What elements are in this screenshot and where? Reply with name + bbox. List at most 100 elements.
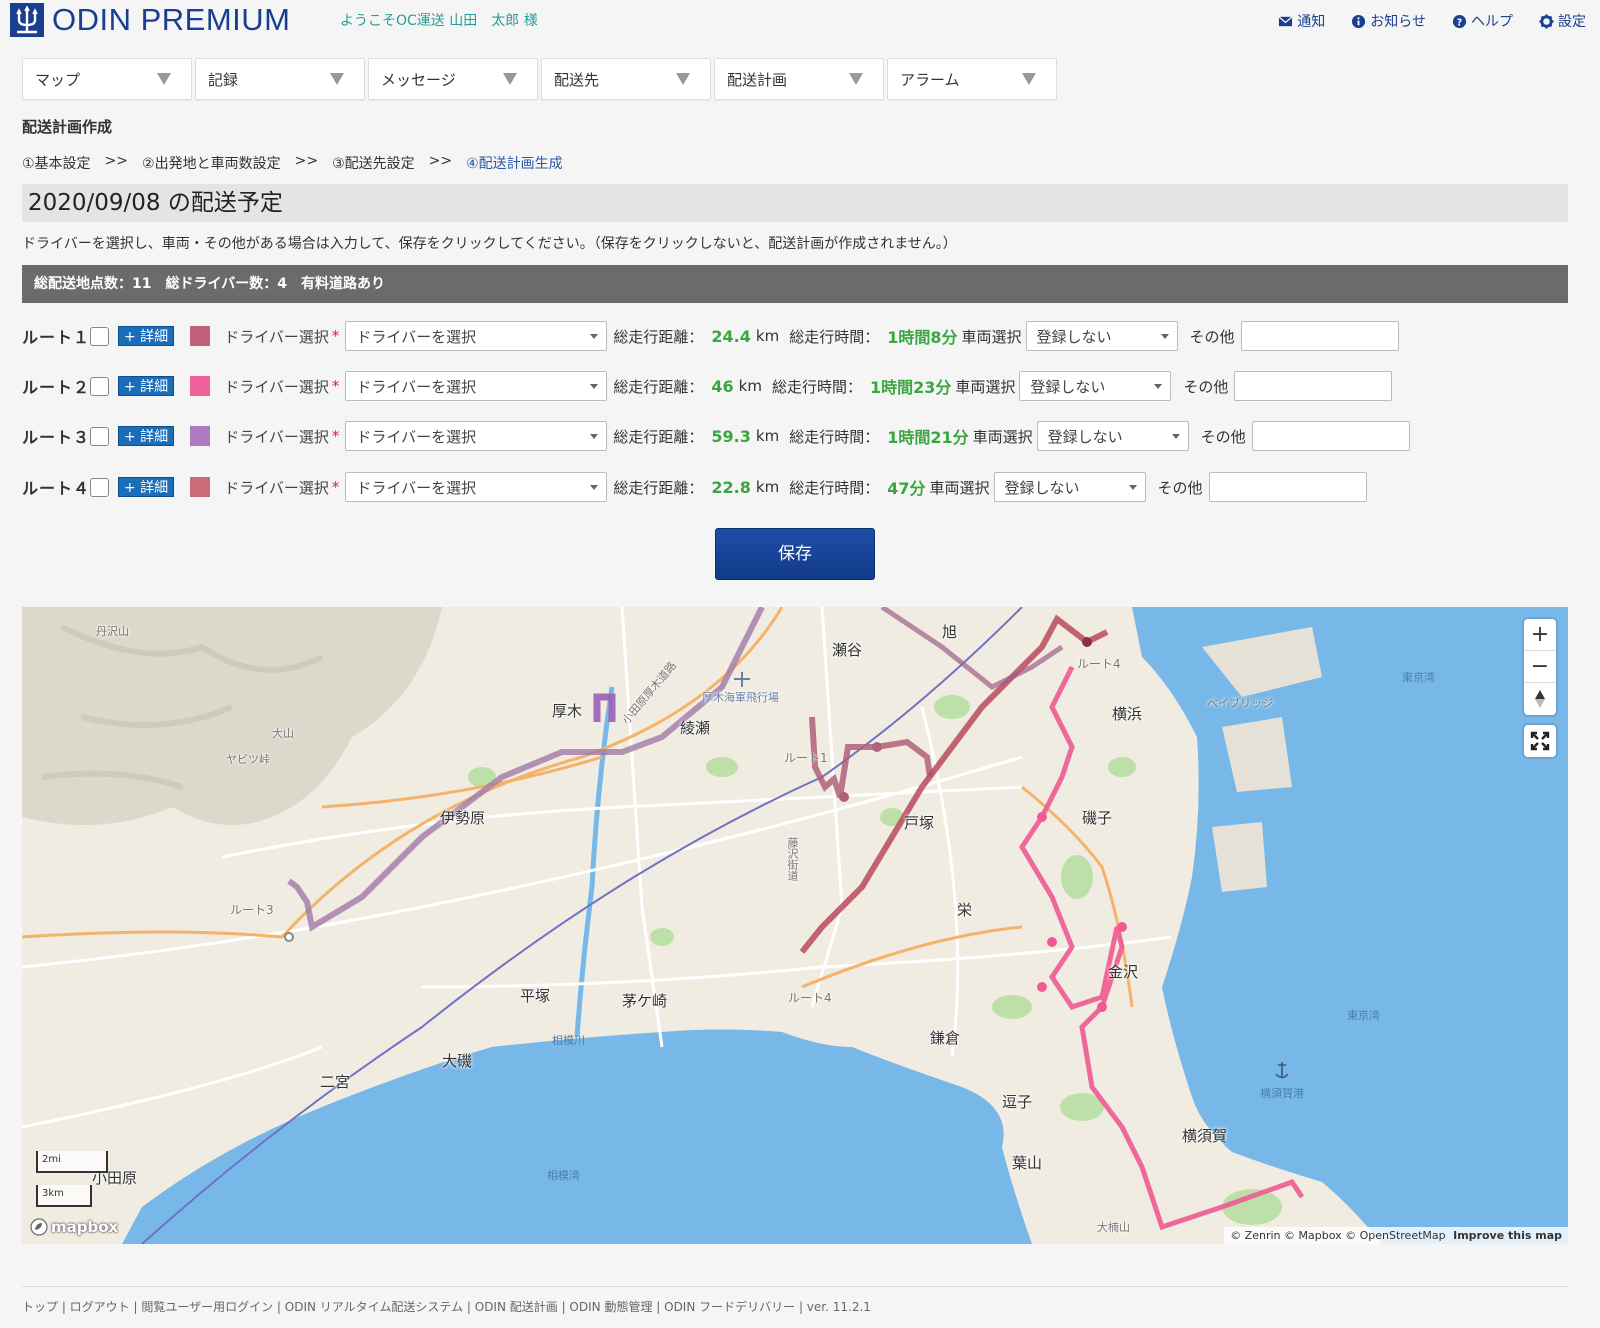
nav-map-dropdown[interactable]: マップ [22, 58, 192, 100]
other-label: その他 [1157, 478, 1203, 497]
help-icon: ? [1452, 14, 1467, 28]
driver-select[interactable]: ドライバーを選択 [345, 472, 608, 502]
place-label: 大山 [272, 727, 294, 740]
attribution-text[interactable]: © Zenrin © Mapbox © OpenStreetMap [1230, 1229, 1445, 1242]
distance-value: 46 [711, 376, 734, 396]
route-name: ルート２ [22, 378, 91, 397]
nav-delivery-plan-dropdown[interactable]: 配送計画 [714, 58, 884, 100]
place-label: 厚木海軍飛行場 [702, 691, 779, 704]
road-label: 藤沢街道 [786, 837, 799, 881]
caret-down-icon [1160, 333, 1169, 339]
zoom-in-button[interactable]: + [1524, 619, 1556, 651]
route-checkbox[interactable] [90, 376, 109, 396]
place-label: 逗子 [1002, 1093, 1033, 1111]
distance-unit: km [755, 427, 780, 445]
time-value: 1時間21分 [887, 428, 969, 447]
detail-button[interactable]: + 詳細 [118, 426, 175, 446]
required-mark: * [331, 327, 340, 345]
caret-down-icon [590, 333, 599, 339]
news-link[interactable]: お知らせ [1351, 11, 1426, 31]
route-row: ルート２ + 詳細 ドライバー選択 * ドライバーを選択 総走行距離： 46 k… [22, 370, 1393, 402]
vehicle-select[interactable]: 登録しない [1019, 371, 1172, 401]
route-checkbox[interactable] [90, 426, 109, 446]
place-label: 伊勢原 [440, 809, 486, 827]
distance-unit: km [738, 377, 762, 395]
route-row: ルート３ + 詳細 ドライバー選択 * ドライバーを選択 総走行距離： 59.3… [22, 420, 1410, 452]
route-name: ルート３ [22, 428, 91, 447]
nav-destinations-dropdown[interactable]: 配送先 [541, 58, 711, 100]
route-map[interactable]: 丹沢山 大山 ヤビツ峠 厚木 綾瀬 瀬谷 旭 横浜 伊勢原 磯子 戸塚 栄 金沢… [22, 607, 1568, 1244]
summary-bar: 総配送地点数：11 総ドライバー数：4 有料道路あり [22, 265, 1568, 303]
zoom-out-button[interactable]: − [1524, 651, 1556, 683]
detail-button[interactable]: + 詳細 [118, 326, 175, 346]
detail-button[interactable]: + 詳細 [118, 376, 175, 396]
main-nav: マップ 記録 メッセージ 配送先 配送計画 アラーム [22, 58, 1057, 100]
settings-link[interactable]: 設定 [1539, 11, 1586, 31]
step-origin-vehicles[interactable]: ②出発地と車両数設定 [142, 153, 281, 173]
step-separator: >> [294, 153, 319, 169]
mapbox-logo[interactable]: mapbox [30, 1218, 118, 1236]
route-label: ルート3 [230, 903, 274, 917]
caret-down-icon [590, 433, 599, 439]
map-attribution: © Zenrin © Mapbox © OpenStreetMap Improv… [1224, 1227, 1568, 1244]
help-link[interactable]: ? ヘルプ [1452, 11, 1513, 31]
route-3-stop [284, 932, 294, 942]
sea-label: 東京湾 [1402, 671, 1435, 684]
airport-icon [734, 672, 750, 687]
route-checkbox[interactable] [90, 477, 109, 497]
caret-down-icon [849, 73, 863, 85]
improve-map-link[interactable]: Improve this map [1453, 1229, 1562, 1242]
place-label: 大磯 [442, 1052, 473, 1070]
route-row: ルート１ + 詳細 ドライバー選択 * ドライバーを選択 総走行距離： 24.4… [22, 320, 1399, 352]
nav-records-dropdown[interactable]: 記録 [195, 58, 365, 100]
place-label: 茅ケ崎 [622, 992, 668, 1010]
route-checkbox[interactable] [90, 326, 109, 346]
other-input[interactable] [1251, 421, 1410, 451]
distance-unit: km [755, 478, 780, 496]
driver-select[interactable]: ドライバーを選択 [345, 321, 608, 351]
nav-label: 配送先 [554, 70, 600, 89]
other-input[interactable] [1234, 371, 1393, 401]
route-color-swatch [190, 326, 211, 346]
time-label: 総走行時間： [789, 478, 880, 497]
vehicle-select[interactable]: 登録しない [1036, 421, 1189, 451]
distance-label: 総走行距離： [613, 377, 704, 396]
driver-select[interactable]: ドライバーを選択 [345, 421, 608, 451]
vehicle-select[interactable]: 登録しない [993, 472, 1146, 502]
caret-down-icon [590, 383, 599, 389]
place-label: 横浜 [1112, 705, 1143, 723]
nav-label: 配送計画 [727, 70, 788, 89]
nav-alarm-dropdown[interactable]: アラーム [887, 58, 1057, 100]
notification-link[interactable]: 通知 [1278, 11, 1325, 31]
caret-down-icon [1128, 484, 1137, 490]
nav-label: アラーム [900, 70, 960, 89]
vehicle-label: 車両選択 [929, 478, 990, 497]
vehicle-select[interactable]: 登録しない [1025, 321, 1178, 351]
step-basic-settings[interactable]: ①基本設定 [22, 153, 91, 173]
other-input[interactable] [1240, 321, 1399, 351]
driver-select-value: ドライバーを選択 [356, 327, 477, 346]
save-button[interactable]: 保存 [715, 528, 875, 580]
step-destinations[interactable]: ③配送先設定 [332, 153, 415, 173]
news-label: お知らせ [1370, 14, 1426, 30]
welcome-message: ようこそOC運送 山田 太郎 様 [340, 13, 538, 29]
place-label: 丹沢山 [96, 625, 129, 638]
footer-links[interactable]: トップ | ログアウト | 閲覧ユーザー用ログイン | ODIN リアルタイム配… [22, 1298, 871, 1315]
route-name: ルート１ [22, 328, 91, 347]
place-label: 葉山 [1012, 1154, 1043, 1172]
detail-button[interactable]: + 詳細 [118, 477, 175, 497]
trident-icon [10, 3, 44, 37]
nav-messages-dropdown[interactable]: メッセージ [368, 58, 538, 100]
vehicle-select-value: 登録しない [1030, 377, 1106, 396]
other-input[interactable] [1208, 472, 1367, 502]
logo[interactable]: ODIN PREMIUM [10, 2, 291, 38]
caret-down-icon [1154, 383, 1163, 389]
distance-value: 24.4 [711, 326, 751, 346]
fullscreen-button[interactable] [1524, 725, 1556, 757]
driver-select[interactable]: ドライバーを選択 [345, 371, 608, 401]
compass-button[interactable] [1524, 683, 1556, 715]
time-value: 1時間23分 [870, 378, 952, 397]
route-4-stop [1082, 637, 1092, 647]
caret-down-icon [330, 73, 344, 85]
caret-down-icon [1171, 433, 1180, 439]
